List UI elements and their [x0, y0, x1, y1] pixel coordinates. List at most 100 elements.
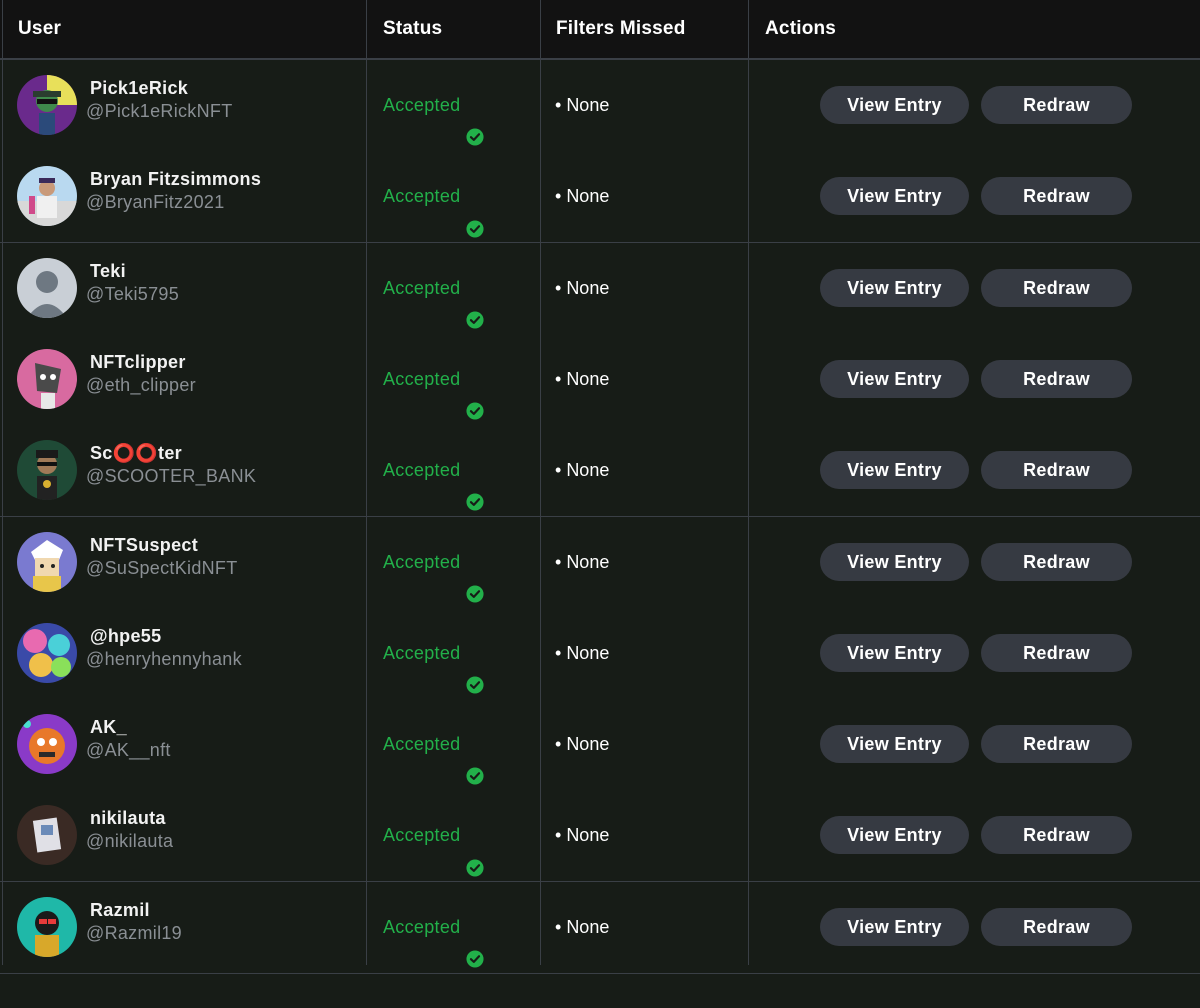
avatar[interactable] [17, 531, 77, 592]
filters-missed-item: • None [555, 790, 609, 881]
status-badge: Accepted [383, 699, 485, 790]
bullet-icon: • [555, 95, 562, 115]
filters-missed-value: None [566, 642, 610, 663]
column-divider [2, 0, 3, 965]
header-user: User [18, 18, 62, 39]
filters-missed-value: None [566, 551, 610, 572]
table-row: NFTclipper @eth_clipper Accepted • None View … [0, 333, 1200, 426]
bullet-icon: • [555, 186, 562, 207]
view-entry-button[interactable]: View Entry [820, 268, 969, 307]
status-badge: Accepted [383, 151, 485, 242]
header-status: Status [383, 18, 443, 39]
filters-missed-item: • None [555, 334, 609, 425]
redraw-button[interactable]: Redraw [981, 177, 1132, 216]
check-circle-icon [466, 460, 485, 511]
status-badge: Accepted [383, 790, 485, 881]
status-label: Accepted [383, 277, 461, 298]
table-row: Pick1eRick @Pick1eRickNFT Accepted • None Vie… [0, 60, 1200, 152]
column-divider [540, 0, 541, 965]
view-entry-button[interactable]: View Entry [820, 725, 969, 764]
filters-missed-value: None [566, 186, 610, 207]
bullet-icon: • [555, 368, 562, 389]
check-circle-icon [466, 734, 485, 785]
redraw-button[interactable]: Redraw [981, 907, 1132, 946]
table-header: User Status Filters Missed Actions [0, 0, 1200, 60]
view-entry-button[interactable]: View Entry [820, 542, 969, 581]
status-label: Accepted [383, 95, 461, 115]
filters-missed-value: None [566, 368, 610, 389]
avatar[interactable] [17, 257, 77, 318]
column-divider [748, 0, 749, 965]
status-label: Accepted [383, 642, 461, 663]
bullet-icon: • [555, 460, 562, 481]
filters-missed-value: None [566, 95, 610, 115]
user-handle: @BryanFitz2021 [86, 192, 225, 213]
user-handle: @Teki5795 [86, 283, 180, 304]
view-entry-button[interactable]: View Entry [820, 451, 969, 490]
check-circle-icon [466, 643, 485, 694]
avatar[interactable] [17, 714, 77, 775]
redraw-button[interactable]: Redraw [981, 359, 1132, 398]
user-display-name: Razmil [90, 899, 150, 920]
user-handle: @AK__nft [86, 740, 171, 761]
avatar[interactable] [17, 75, 77, 135]
table-row: Teki @Teki5795 Accepted • None View Entry Redr… [0, 242, 1200, 335]
filters-missed-value: None [566, 460, 610, 481]
view-entry-button[interactable]: View Entry [820, 907, 969, 946]
status-badge: Accepted [383, 517, 485, 608]
bullet-icon: • [555, 916, 562, 937]
view-entry-button[interactable]: View Entry [820, 86, 969, 124]
check-circle-icon [466, 95, 485, 146]
column-divider [366, 0, 367, 965]
bullet-icon: • [555, 734, 562, 755]
bullet-icon: • [555, 551, 562, 572]
avatar[interactable] [17, 166, 77, 227]
view-entry-button[interactable]: View Entry [820, 359, 969, 398]
table-row: @hpe55 @henryhennyhank Accepted • None View E… [0, 607, 1200, 700]
table-row: Razmil @Razmil19 Accepted • None View Entry Re… [0, 881, 1200, 974]
user-display-name: Pick1eRick [90, 78, 189, 98]
avatar[interactable] [17, 348, 77, 409]
user-handle: @Pick1eRickNFT [86, 101, 233, 121]
redraw-button[interactable]: Redraw [981, 542, 1132, 581]
user-handle: @henryhennyhank [86, 648, 242, 669]
redraw-button[interactable]: Redraw [981, 633, 1132, 672]
status-label: Accepted [383, 916, 461, 937]
filters-missed-item: • None [555, 60, 609, 151]
redraw-button[interactable]: Redraw [981, 86, 1132, 124]
filters-missed-item: • None [555, 243, 609, 334]
view-entry-button[interactable]: View Entry [820, 816, 969, 855]
avatar[interactable] [17, 622, 77, 683]
entries-table: User Status Filters Missed Actions Pick1… [0, 0, 1200, 974]
filters-missed-value: None [566, 277, 610, 298]
user-display-name: NFTSuspect [90, 534, 199, 555]
user-handle: @eth_clipper [86, 374, 196, 395]
table-row: Bryan Fitzsimmons @BryanFitz2021 Accepted •… [0, 151, 1200, 244]
user-handle: @Razmil19 [86, 922, 182, 943]
user-handle: @SuSpectKidNFT [86, 557, 238, 578]
redraw-button[interactable]: Redraw [981, 816, 1132, 855]
table-row: AK_ @AK__nft Accepted • None View Entry Redraw [0, 699, 1200, 792]
check-circle-icon [466, 917, 485, 968]
view-entry-button[interactable]: View Entry [820, 177, 969, 216]
avatar[interactable] [17, 805, 77, 866]
filters-missed-item: • None [555, 425, 609, 516]
avatar[interactable] [17, 896, 77, 957]
avatar[interactable] [17, 440, 77, 501]
redraw-button[interactable]: Redraw [981, 268, 1132, 307]
status-label: Accepted [383, 551, 461, 572]
status-badge: Accepted [383, 608, 485, 699]
redraw-button[interactable]: Redraw [981, 451, 1132, 490]
bullet-icon: • [555, 277, 562, 298]
table-row: nikilauta @nikilauta Accepted • None View Ent… [0, 790, 1200, 883]
check-circle-icon [466, 826, 485, 877]
view-entry-button[interactable]: View Entry [820, 633, 969, 672]
header-filters-missed: Filters Missed [556, 18, 686, 39]
user-display-name: nikilauta [90, 808, 166, 829]
filters-missed-item: • None [555, 151, 609, 242]
status-label: Accepted [383, 825, 461, 846]
redraw-button[interactable]: Redraw [981, 725, 1132, 764]
bullet-icon: • [555, 642, 562, 663]
table-row: NFTSuspect @SuSpectKidNFT Accepted • None Vie… [0, 516, 1200, 609]
filters-missed-value: None [566, 825, 610, 846]
